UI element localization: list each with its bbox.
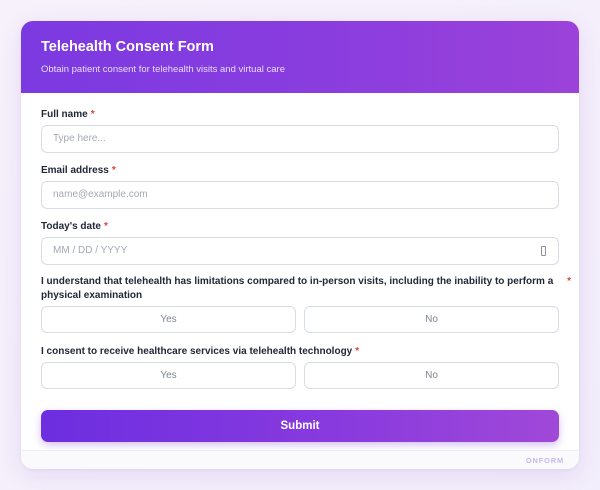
brand-logo: ONFORM [525,456,564,465]
date-placeholder: MM / DD / YYYY [53,245,128,256]
consent-yes-button[interactable]: Yes [41,362,296,389]
date-label: Today's date * [41,221,108,232]
form-body: Full name * Type here... Email address * n… [21,93,579,469]
limitations-no-button[interactable]: No [304,306,559,333]
email-label: Email address * [41,165,116,176]
form-subtitle: Obtain patient consent for telehealth vi… [41,64,285,75]
limitations-question-label: I understand that telehealth has limitat… [41,276,571,301]
required-marker: * [90,109,95,120]
limitations-yes-button[interactable]: Yes [41,306,296,333]
consent-question-label: I consent to receive healthcare services… [41,346,360,357]
full-name-input[interactable]: Type here... [41,125,559,153]
required-marker: * [567,276,571,287]
form-header: Telehealth Consent Form Obtain patient c… [21,21,579,93]
consent-no-button[interactable]: No [304,362,559,389]
full-name-placeholder: Type here... [53,133,106,144]
email-input[interactable]: name@example.com [41,181,559,209]
required-marker: * [104,221,108,232]
email-placeholder: name@example.com [53,189,148,200]
form-card: Telehealth Consent Form Obtain patient c… [21,21,579,469]
date-input[interactable]: MM / DD / YYYY [41,237,559,265]
calendar-icon[interactable] [541,246,546,256]
form-title: Telehealth Consent Form [41,39,214,55]
full-name-label: Full name * [41,109,95,120]
required-marker: * [355,346,360,357]
required-marker: * [111,165,116,176]
form-footer: ONFORM [21,450,579,469]
submit-button[interactable]: Submit [41,410,559,442]
